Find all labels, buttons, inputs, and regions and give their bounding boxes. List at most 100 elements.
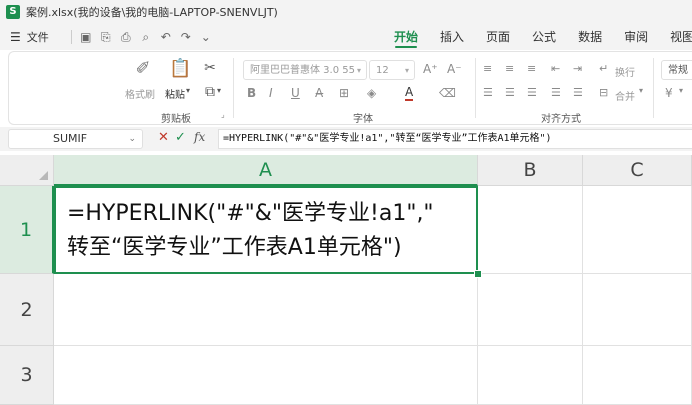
merge-cells-label[interactable]: 合并	[615, 88, 635, 103]
ribbon-tabs: 开始 插入 页面 公式 数据 审阅 视图	[383, 24, 692, 50]
window-title: 案例.xlsx(我的设备\我的电脑-LAPTOP-SNENVLJT)	[26, 6, 278, 19]
print-icon[interactable]: ⎙	[116, 30, 136, 45]
tab-review[interactable]: 审阅	[613, 24, 659, 50]
app-logo-icon: S	[6, 5, 20, 19]
print-preview-icon[interactable]: ⌕	[136, 30, 156, 45]
clear-format-icon[interactable]: ⌫	[439, 86, 456, 100]
cell-b2[interactable]	[478, 274, 583, 346]
ribbon-panel: ✐ 格式刷 📋 粘贴 ▾ ✂ ⧉ ▾ 剪贴板 ⌟ 阿里巴巴普惠体 3.0 55 …	[8, 51, 692, 125]
paste-button[interactable]: 粘贴	[165, 86, 185, 101]
font-size-select[interactable]: 12 ▾	[369, 60, 415, 80]
strikethrough-icon[interactable]: A̶	[315, 86, 323, 100]
font-size-value: 12	[376, 65, 389, 76]
underline-icon[interactable]: U	[291, 86, 300, 100]
alignment-group-label: 对齐方式	[541, 114, 581, 125]
merge-dropdown-icon[interactable]: ▾	[639, 86, 643, 95]
cell-c2[interactable]	[583, 274, 692, 346]
tab-home[interactable]: 开始	[383, 24, 429, 50]
divider	[70, 30, 72, 44]
cell-b1[interactable]	[478, 186, 583, 274]
row-header-3[interactable]: 3	[0, 346, 54, 405]
wrap-text-icon[interactable]: ↵	[599, 62, 608, 75]
justify-icon[interactable]: ☰	[551, 86, 561, 99]
fill-color-icon[interactable]: ◈	[367, 86, 376, 100]
cell-c3[interactable]	[583, 346, 692, 405]
tab-formula[interactable]: 公式	[521, 24, 567, 50]
select-all-icon	[39, 171, 48, 180]
cell-a1-line-2: 转至“医学专业”工作表A1单元格")	[67, 235, 402, 260]
align-right-icon[interactable]: ☰	[527, 86, 537, 99]
chevron-down-icon: ▾	[356, 66, 361, 75]
font-color-icon[interactable]: A	[405, 85, 414, 101]
increase-font-icon[interactable]: A⁺	[423, 62, 438, 76]
file-menu-label: 文件	[26, 31, 49, 44]
select-all-corner[interactable]	[0, 155, 54, 186]
formula-input[interactable]: =HYPERLINK("#"&"医学专业!a1","转至“医学专业”工作表A1单…	[218, 129, 692, 149]
column-header-c[interactable]: C	[583, 155, 692, 186]
spreadsheet-grid: A B C 1 2 3 =HYPERLINK("#"&"医学专业!a1"," 转…	[0, 155, 692, 405]
save-icon[interactable]: ▣	[76, 30, 96, 44]
divider	[653, 58, 654, 118]
align-left-icon[interactable]: ☰	[483, 86, 493, 99]
cell-a3[interactable]	[54, 346, 478, 405]
title-bar: S 案例.xlsx(我的设备\我的电脑-LAPTOP-SNENVLJT)	[0, 0, 692, 24]
name-box-value: SUMIF	[53, 132, 88, 145]
format-painter-label[interactable]: 格式刷	[125, 86, 155, 101]
file-menu[interactable]: ☰ 文件	[10, 29, 49, 45]
currency-icon[interactable]: ¥	[665, 86, 673, 100]
border-icon[interactable]: ⊞	[339, 86, 349, 100]
column-header-b[interactable]: B	[478, 155, 583, 186]
hamburger-icon: ☰	[10, 30, 21, 44]
format-painter-icon[interactable]: ✐	[133, 58, 153, 79]
name-box[interactable]: SUMIF ⌄	[8, 129, 143, 149]
indent-increase-icon[interactable]: ⇥	[573, 62, 582, 75]
fill-handle[interactable]	[474, 270, 482, 278]
divider	[233, 58, 234, 118]
paste-icon[interactable]: 📋	[169, 58, 191, 79]
tab-view[interactable]: 视图	[659, 24, 692, 50]
distribute-icon[interactable]: ☰	[573, 86, 583, 99]
cell-a1-line-1: =HYPERLINK("#"&"医学专业!a1","	[67, 201, 434, 226]
copy-dropdown-icon[interactable]: ▾	[217, 86, 221, 95]
undo-icon[interactable]: ↶	[156, 30, 176, 44]
insert-function-icon[interactable]: fx	[194, 130, 205, 144]
tab-insert[interactable]: 插入	[429, 24, 475, 50]
tab-page[interactable]: 页面	[475, 24, 521, 50]
font-name-value: 阿里巴巴普惠体 3.0 55	[250, 65, 355, 76]
number-format-value: 常规	[668, 65, 688, 76]
align-top-icon[interactable]: ≡	[483, 62, 492, 75]
align-middle-icon[interactable]: ≡	[505, 62, 514, 75]
row-header-1[interactable]: 1	[0, 186, 54, 274]
redo-icon[interactable]: ↷	[176, 30, 196, 44]
wrap-text-label[interactable]: 换行	[615, 64, 635, 79]
tab-data[interactable]: 数据	[567, 24, 613, 50]
bold-icon[interactable]: B	[247, 86, 256, 100]
cell-a2[interactable]	[54, 274, 478, 346]
currency-dropdown-icon[interactable]: ▾	[679, 86, 683, 95]
column-header-a[interactable]: A	[54, 155, 478, 186]
quick-access-toolbar: ▣ ⎘ ⎙ ⌕ ↶ ↷ ⌄	[67, 30, 216, 45]
decrease-font-icon[interactable]: A⁻	[447, 62, 462, 76]
clipboard-group-label: 剪贴板	[161, 114, 191, 125]
cancel-icon[interactable]: ✕	[158, 130, 169, 145]
cell-c1[interactable]	[583, 186, 692, 274]
row-header-2[interactable]: 2	[0, 274, 54, 346]
more-dropdown-icon[interactable]: ⌄	[196, 30, 216, 44]
clipboard-expand-icon[interactable]: ⌟	[221, 110, 225, 119]
cell-a1[interactable]: =HYPERLINK("#"&"医学专业!a1"," 转至“医学专业”工作表A1…	[54, 186, 478, 274]
align-bottom-icon[interactable]: ≡	[527, 62, 536, 75]
number-format-select[interactable]: 常规	[661, 60, 692, 80]
cut-icon[interactable]: ✂	[201, 60, 219, 76]
paste-dropdown-icon[interactable]: ▾	[186, 86, 190, 95]
align-center-icon[interactable]: ☰	[505, 86, 515, 99]
cell-b3[interactable]	[478, 346, 583, 405]
font-group-label: 字体	[353, 114, 373, 125]
italic-icon[interactable]: I	[269, 86, 273, 100]
chevron-down-icon: ▾	[404, 66, 409, 75]
indent-decrease-icon[interactable]: ⇤	[551, 62, 560, 75]
export-icon[interactable]: ⎘	[96, 30, 116, 45]
font-name-select[interactable]: 阿里巴巴普惠体 3.0 55 ▾	[243, 60, 367, 80]
confirm-icon[interactable]: ✓	[175, 130, 186, 145]
merge-cells-icon[interactable]: ⊟	[599, 86, 608, 99]
menu-bar: ☰ 文件 ▣ ⎘ ⎙ ⌕ ↶ ↷ ⌄ 开始 插入 页面 公式 数据 审阅 视图	[0, 24, 692, 50]
